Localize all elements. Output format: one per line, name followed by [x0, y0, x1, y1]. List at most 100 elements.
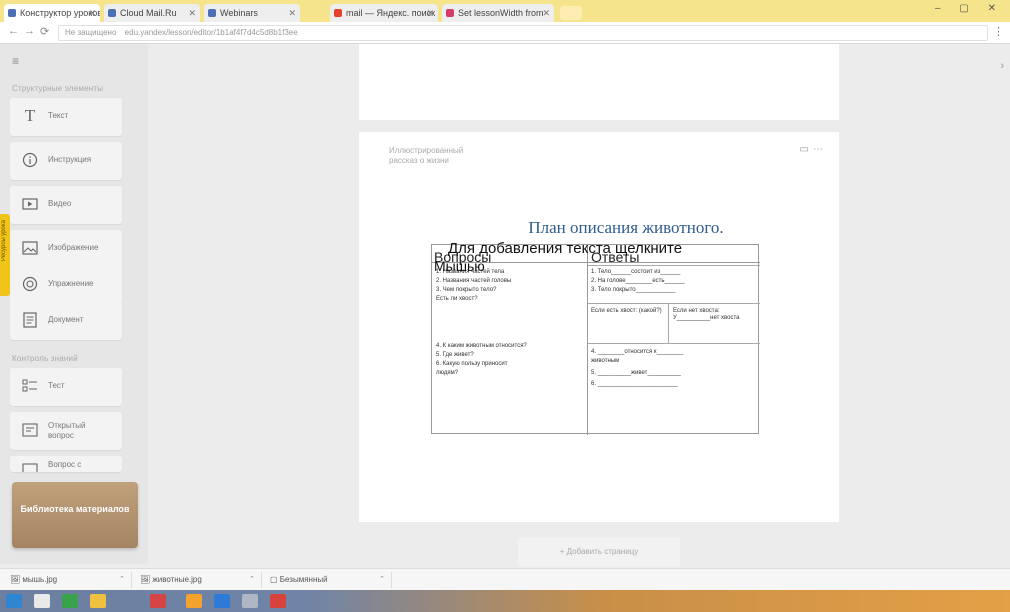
sidebar-item-label: Изображение	[48, 243, 99, 252]
download-label: мышь.jpg	[22, 575, 58, 584]
sidebar-item-instruction[interactable]: Инструкция	[10, 142, 122, 180]
taskbar-app-icon[interactable]	[34, 594, 50, 608]
sidebar-item-question[interactable]: Вопрос с	[10, 456, 122, 472]
block-hint: Иллюстрированный рассказ о жизни	[389, 146, 464, 165]
collapse-right-icon[interactable]: ›	[1000, 60, 1004, 72]
tab-favicon-icon	[208, 9, 216, 17]
sidebar-item-exercise[interactable]: Упражнение	[10, 266, 122, 304]
table-cell: Есть ли хвост?	[436, 296, 478, 302]
tab-label: Webinars	[220, 8, 258, 18]
download-item[interactable]: 🖼 животные.jpg ⌃	[136, 572, 262, 588]
window-controls[interactable]: – ▢ ✕	[935, 3, 1004, 14]
add-page-button[interactable]: + Добавить страницу	[518, 538, 680, 566]
security-label: Не защищено	[65, 28, 117, 37]
block-settings-icon[interactable]: ▭	[800, 144, 813, 155]
close-tab-icon[interactable]: ✕	[88, 4, 96, 22]
download-item[interactable]: ▢ Безымянный ⌃	[266, 572, 392, 588]
table-cell: 2. Названия частей головы	[436, 278, 512, 284]
sidebar-item-image[interactable]: Изображение	[10, 230, 122, 268]
table-cell: 4. ________относится к________	[591, 349, 684, 355]
sidebar-item-label: Документ	[48, 315, 84, 324]
sidebar-item-label: Упражнение	[48, 279, 94, 288]
table-divider	[588, 343, 760, 344]
new-tab-button[interactable]	[560, 6, 582, 20]
browser-tab[interactable]: mail — Яндекс. поиск ✕	[330, 4, 438, 22]
text-placeholder-subword[interactable]: Мышью	[434, 258, 485, 274]
close-tab-icon[interactable]: ✕	[288, 4, 296, 22]
taskbar-app-icon[interactable]	[150, 594, 166, 608]
table-divider	[587, 245, 588, 435]
taskbar-app-icon[interactable]	[90, 594, 106, 608]
table-cell: 3. Тело покрыто____________	[591, 287, 676, 293]
url-input[interactable]: Не защищено edu.yandex/lesson/editor/1b1…	[58, 25, 988, 41]
chevron-up-icon[interactable]: ⌃	[249, 572, 255, 588]
table-cell: 3. Чем покрыто тело?	[436, 287, 497, 293]
chevron-up-icon[interactable]: ⌃	[379, 572, 385, 588]
text-placeholder[interactable]: Для добавления текста щелкните	[448, 240, 682, 257]
start-icon[interactable]	[6, 594, 22, 608]
forward-icon[interactable]: →	[24, 25, 35, 37]
library-button-label: Библиотека материалов	[20, 504, 130, 514]
table-cell: 1. Тело______состоит из______	[591, 269, 681, 275]
text-icon: T	[24, 106, 36, 125]
open-question-icon	[22, 422, 38, 438]
sidebar-item-video[interactable]: Видео	[10, 186, 122, 224]
taskbar-app-icon[interactable]	[270, 594, 286, 608]
tab-favicon-icon	[334, 9, 342, 17]
chevron-up-icon[interactable]: ⌃	[119, 572, 125, 588]
video-icon	[22, 196, 38, 212]
sidebar: ≡ Структурные элементы T Текст Инструкци…	[0, 44, 148, 564]
sidebar-item-document[interactable]: Документ	[10, 302, 122, 340]
reload-icon[interactable]: ⟳	[40, 25, 49, 38]
tab-label: mail — Яндекс. поиск	[346, 8, 436, 18]
tab-favicon-icon	[8, 9, 16, 17]
sidebar-menu-icon[interactable]: ≡	[12, 54, 19, 68]
sidebar-item-text[interactable]: T Текст	[10, 98, 122, 136]
table-cell: Если нет хвоста: У__________нет хвоста	[673, 308, 740, 321]
document-icon	[22, 312, 38, 328]
table-divider	[588, 265, 760, 266]
os-taskbar	[0, 590, 1010, 612]
browser-menu-icon[interactable]: ⋮	[993, 25, 1004, 38]
table-cell: животным	[591, 358, 620, 364]
block-more-icon[interactable]: ⋯	[813, 144, 827, 155]
sidebar-item-open-question[interactable]: Открытый вопрос	[10, 412, 122, 450]
table-cell: 5. Где живет?	[436, 352, 474, 358]
sidebar-section-title: Контроль знаний	[12, 354, 78, 363]
sidebar-item-label: Текст	[48, 111, 69, 120]
download-file-icon: 🖼	[140, 575, 153, 584]
exercise-icon	[22, 276, 38, 292]
browser-tab[interactable]: Конструктор уроков ✕	[4, 4, 100, 22]
taskbar-app-icon[interactable]	[186, 594, 202, 608]
back-icon[interactable]: ←	[8, 25, 19, 37]
address-bar: ← → ⟳ Не защищено edu.yandex/lesson/edit…	[0, 22, 1010, 44]
taskbar-app-icon[interactable]	[62, 594, 78, 608]
close-tab-icon[interactable]: ✕	[542, 4, 550, 22]
sidebar-item-label: Тест	[48, 381, 65, 390]
taskbar-app-icon[interactable]	[242, 594, 258, 608]
browser-tab[interactable]: Set lessonWidth from ✕	[442, 4, 554, 22]
sidebar-item-test[interactable]: Тест	[10, 368, 122, 406]
table-cell: 4. К каким животным относится?	[436, 343, 527, 349]
table-divider	[588, 303, 760, 304]
close-tab-icon[interactable]: ✕	[188, 4, 196, 22]
sidebar-item-label: Инструкция	[48, 155, 92, 164]
tab-favicon-icon	[446, 9, 454, 17]
taskbar-app-icon[interactable]	[214, 594, 230, 608]
close-tab-icon[interactable]: ✕	[426, 4, 434, 22]
tab-label: Set lessonWidth from	[458, 8, 544, 18]
url-text: edu.yandex/lesson/editor/1b1af4f7d4c5d8b…	[124, 28, 298, 37]
table-cell: 6. ________________________	[591, 381, 678, 387]
browser-tab[interactable]: Cloud Mail.Ru ✕	[104, 4, 200, 22]
block-tools[interactable]: ▭⋯	[800, 144, 827, 155]
download-item[interactable]: 🖼 мышь.jpg ⌃	[6, 572, 132, 588]
info-icon	[22, 152, 38, 168]
image-title: План описания животного.	[528, 218, 724, 237]
download-file-icon: 🖼	[10, 575, 23, 584]
library-button[interactable]: Библиотека материалов	[12, 482, 138, 548]
side-resources-tab[interactable]: Ресурсы урока	[0, 214, 10, 296]
test-icon	[22, 378, 38, 394]
browser-tab[interactable]: Webinars ✕	[204, 4, 300, 22]
question-icon	[22, 460, 38, 472]
lesson-page-block[interactable]	[359, 44, 839, 120]
